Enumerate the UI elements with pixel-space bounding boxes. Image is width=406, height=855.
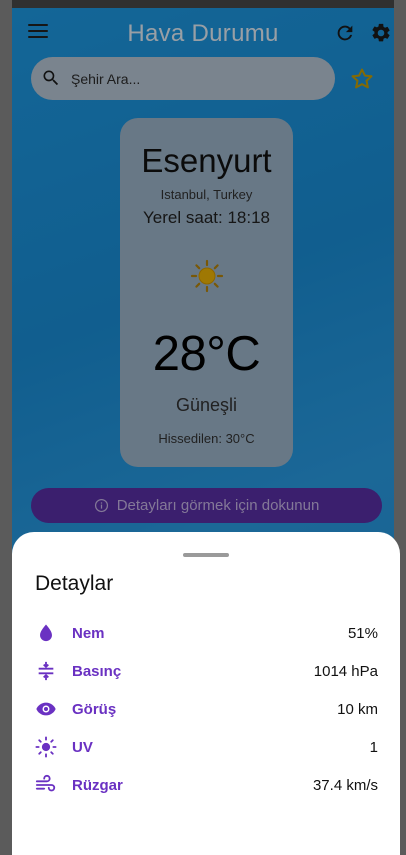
screen-edge-left	[0, 0, 12, 855]
detail-value: 1014 hPa	[313, 663, 378, 680]
details-bottom-sheet: Detaylar Nem 51% Basınç 1014 hPa Görüş 1…	[12, 532, 400, 855]
detail-label: Basınç	[72, 663, 122, 680]
favorite-star-icon[interactable]	[350, 67, 374, 91]
show-details-button[interactable]: Detayları görmek için dokunun	[31, 488, 382, 523]
detail-label: UV	[72, 739, 93, 756]
search-bar[interactable]	[31, 57, 335, 100]
detail-value: 10 km	[337, 701, 378, 718]
detail-value: 51%	[347, 625, 378, 642]
info-icon	[94, 498, 108, 513]
weather-condition: Güneşli	[175, 395, 238, 415]
app-bar: Hava Durumu	[12, 8, 394, 58]
uv-sun-icon	[35, 736, 57, 758]
detail-value: 1	[369, 739, 378, 756]
gear-icon[interactable]	[370, 22, 392, 44]
local-time: Yerel saat: 18:18	[143, 208, 270, 227]
weather-card: Esenyurt Istanbul, Turkey Yerel saat: 18…	[120, 118, 293, 467]
water-drop-icon	[35, 622, 57, 644]
detail-row-visibility: Görüş 10 km	[35, 698, 378, 722]
search-input[interactable]	[71, 67, 321, 91]
detail-label: Görüş	[72, 701, 117, 718]
search-icon	[41, 68, 61, 88]
detail-label: Rüzgar	[72, 777, 123, 794]
detail-value: 37.4 km/s	[312, 777, 378, 794]
region-name: Istanbul, Turkey	[160, 187, 253, 202]
detail-row-uv: UV 1	[35, 736, 378, 760]
device-screen: Hava Durumu Esenyurt Istanbul, Turkey Ye…	[0, 0, 406, 855]
refresh-icon[interactable]	[334, 22, 356, 44]
sheet-title: Detaylar	[35, 572, 114, 595]
feels-like: Hissedilen: 30°C	[158, 431, 255, 446]
drag-handle[interactable]	[183, 553, 229, 557]
sun-icon	[190, 259, 224, 293]
detail-row-pressure: Basınç 1014 hPa	[35, 660, 378, 684]
detail-label: Nem	[72, 625, 105, 642]
detail-row-wind: Rüzgar 37.4 km/s	[35, 774, 378, 798]
wind-icon	[35, 774, 57, 796]
temperature: 28°C	[152, 327, 261, 381]
detail-row-humidity: Nem 51%	[35, 622, 378, 646]
city-name: Esenyurt	[141, 142, 272, 179]
eye-icon	[35, 698, 57, 720]
compress-icon	[35, 660, 57, 682]
show-details-label: Detayları görmek için dokunun	[116, 497, 320, 514]
